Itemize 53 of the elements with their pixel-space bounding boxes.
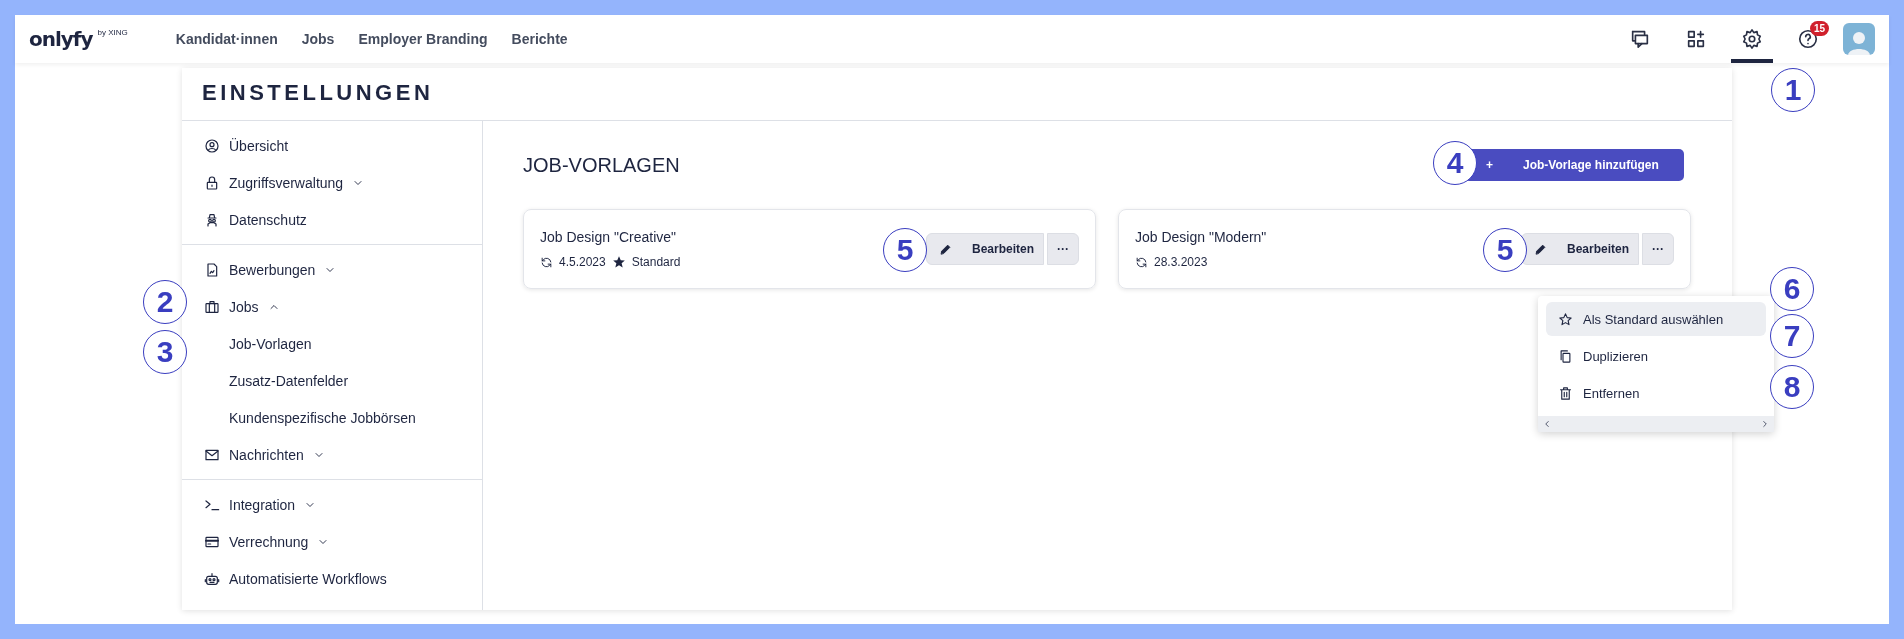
nav-link[interactable]: Kandidat·innen bbox=[175, 31, 278, 47]
card-date: 28.3.2023 bbox=[1154, 255, 1208, 269]
toolbar-button[interactable]: 15 bbox=[1787, 15, 1829, 63]
nav-link[interactable]: Jobs bbox=[301, 31, 335, 47]
logo[interactable]: onlyfy bbox=[29, 27, 93, 51]
scroll-right-icon bbox=[1760, 419, 1770, 429]
default-label: Standard bbox=[631, 255, 681, 269]
sidebar-item[interactable]: Jobs bbox=[204, 288, 280, 325]
sidebar-item[interactable]: Zusatz-Datenfelder bbox=[229, 362, 349, 399]
trash-icon bbox=[1558, 385, 1573, 401]
more-button[interactable]: ··· bbox=[1642, 233, 1674, 265]
card-title: Job Design "Modern" bbox=[1135, 229, 1268, 245]
copy-icon bbox=[1558, 348, 1573, 364]
briefcase-icon bbox=[204, 298, 220, 315]
sidebar-item[interactable]: Kundenspezifische Jobbörsen bbox=[229, 399, 416, 436]
sidebar-item[interactable]: Übersicht bbox=[204, 127, 289, 164]
refresh-icon bbox=[540, 255, 553, 269]
section-title: JOB-VORLAGEN bbox=[523, 153, 680, 177]
nav-link[interactable]: Berichte bbox=[511, 31, 568, 47]
card-title: Job Design "Creative" bbox=[540, 229, 677, 245]
chat-icon bbox=[1629, 28, 1651, 50]
sidebar-item[interactable]: Integration bbox=[204, 486, 317, 523]
detective-icon bbox=[204, 211, 220, 228]
menu-item[interactable]: Entfernen bbox=[1546, 376, 1766, 410]
sidebar-item[interactable]: Verrechnung bbox=[204, 523, 330, 560]
card-date: 4.5.2023 bbox=[559, 255, 606, 269]
edit-button[interactable]: Bearbeiten bbox=[1521, 233, 1639, 265]
notification-badge: 15 bbox=[1809, 21, 1829, 36]
sidebar-item[interactable]: Job-Vorlagen bbox=[229, 325, 312, 362]
page-title: EINSTELLUNGEN bbox=[182, 68, 1732, 121]
more-button[interactable]: ··· bbox=[1047, 233, 1079, 265]
sidebar-item[interactable]: Automatisierte Workflows bbox=[204, 560, 387, 597]
scroll-left-icon bbox=[1542, 419, 1552, 429]
star-icon bbox=[611, 255, 626, 269]
star-outline-icon bbox=[1558, 311, 1573, 327]
settings-icon bbox=[1741, 28, 1763, 50]
document-icon bbox=[204, 261, 220, 278]
menu-item[interactable]: Als Standard auswählen bbox=[1546, 302, 1766, 336]
robot-icon bbox=[204, 570, 220, 587]
user-circle-icon bbox=[204, 137, 220, 154]
nav-link[interactable]: Employer Branding bbox=[358, 31, 488, 47]
sidebar-item[interactable]: Zugriffsverwaltung bbox=[204, 164, 365, 201]
logo-suffix: by XING bbox=[97, 28, 128, 37]
refresh-icon bbox=[1135, 255, 1148, 269]
lock-icon bbox=[204, 174, 220, 191]
sidebar-item[interactable]: Datenschutz bbox=[204, 201, 307, 238]
apps-add-icon bbox=[1685, 28, 1707, 50]
sidebar-item[interactable]: Nachrichten bbox=[204, 436, 325, 473]
menu-item[interactable]: Duplizieren bbox=[1546, 339, 1766, 373]
sidebar-item[interactable]: Bewerbungen bbox=[204, 251, 337, 288]
edit-button[interactable]: Bearbeiten bbox=[926, 233, 1044, 265]
pencil-icon bbox=[939, 242, 952, 256]
pencil-icon bbox=[1534, 242, 1547, 256]
